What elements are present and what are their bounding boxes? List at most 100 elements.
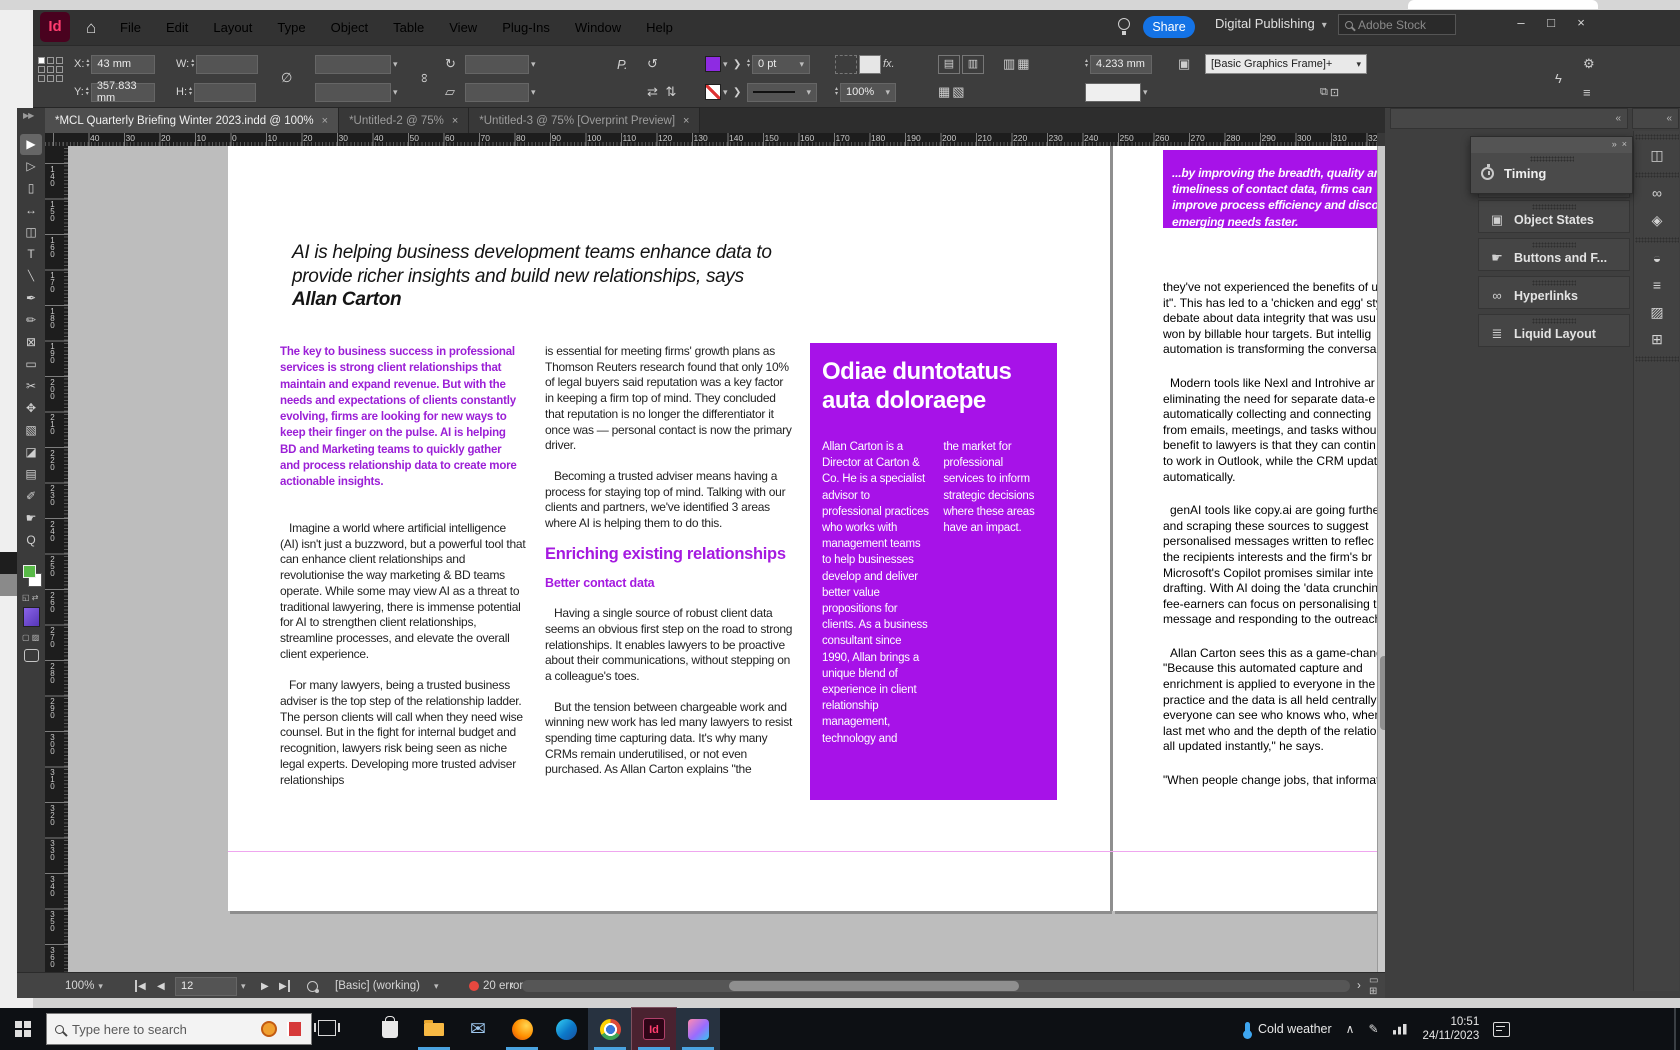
opacity-select[interactable]: 100%▾: [840, 83, 896, 102]
color-icon[interactable]: ◒: [1634, 245, 1680, 272]
menu-help[interactable]: Help: [646, 20, 673, 35]
type-tool[interactable]: T: [20, 244, 42, 265]
w-stepper[interactable]: ▴▾: [191, 59, 194, 69]
apply-none-gradient[interactable]: ▢ ▨: [22, 633, 39, 642]
effects-swatch-icon[interactable]: [859, 55, 881, 74]
gradient-feather-tool[interactable]: ◪: [20, 442, 42, 463]
preflight-profile-select[interactable]: [Basic] (working)▾: [335, 973, 439, 999]
document-tab-2[interactable]: *Untitled-2 @ 75%×: [339, 108, 469, 133]
taskbar-creative-cloud-icon[interactable]: [676, 1008, 720, 1050]
gradient-swatch-tool[interactable]: ▧: [20, 420, 42, 441]
zoom-level-select[interactable]: 100%▾: [65, 973, 103, 999]
icon-dock-collapse-button[interactable]: «: [1632, 108, 1679, 129]
menu-layout[interactable]: Layout: [213, 20, 252, 35]
taskbar-firefox-icon[interactable]: [500, 1008, 544, 1050]
zoom-tool[interactable]: Q: [20, 530, 42, 551]
learn-lightbulb-icon[interactable]: [1118, 18, 1130, 30]
selection-tool[interactable]: ▶: [20, 134, 42, 155]
w-field[interactable]: [196, 55, 258, 74]
corner-options-icon[interactable]: [835, 55, 857, 74]
feature-box[interactable]: Odiae duntotatus auta doloraepe Allan Ca…: [810, 343, 1057, 800]
y-field[interactable]: 357.833 mm: [91, 83, 155, 102]
note-tool[interactable]: ▤: [20, 464, 42, 485]
fill-color-swatch[interactable]: [23, 565, 36, 578]
maximize-button[interactable]: □: [1536, 10, 1566, 36]
pull-quote-frame[interactable]: AI is helping business development teams…: [292, 241, 772, 312]
layers-icon[interactable]: ◈: [1634, 207, 1680, 234]
first-page-button[interactable]: ◀: [135, 980, 146, 992]
text-column-1[interactable]: Imagine a world where artificial intelli…: [280, 521, 526, 788]
gap-tool[interactable]: ↔: [20, 200, 42, 221]
magenta-pullquote-frame[interactable]: ...by improving the breadth, quality ant…: [1163, 150, 1377, 228]
menu-table[interactable]: Table: [393, 20, 424, 35]
fit-view-icons[interactable]: ▭ ⊞: [1369, 973, 1385, 999]
panel-item-hyperlinks[interactable]: ∞Hyperlinks: [1478, 276, 1630, 309]
scale-x-field[interactable]: [315, 55, 391, 74]
rotation-angle-field[interactable]: [465, 55, 529, 74]
weather-label[interactable]: Cold weather: [1258, 1022, 1332, 1036]
text-wrap-icon-1[interactable]: ▤: [938, 55, 960, 74]
rectangle-tool[interactable]: ▭: [20, 354, 42, 375]
scroll-right-button[interactable]: ›: [1357, 973, 1361, 999]
document-tab-3[interactable]: *Untitled-3 @ 75% [Overprint Preview]×: [469, 108, 700, 133]
panel-item-buttons-and-f[interactable]: ☛Buttons and F...: [1478, 238, 1630, 271]
menu-type[interactable]: Type: [277, 20, 305, 35]
workspace-switcher[interactable]: Digital Publishing▾: [1215, 16, 1327, 31]
stroke-weight-stepper[interactable]: ▴▾: [747, 59, 750, 69]
scale-y-field[interactable]: [315, 83, 391, 102]
rotate-icons[interactable]: ↺: [647, 51, 658, 77]
fx-icon[interactable]: fx.: [883, 58, 895, 70]
object-style-select[interactable]: [Basic Graphics Frame]+▾: [1205, 54, 1367, 74]
corner-radius-stepper[interactable]: ▴▾: [1085, 59, 1088, 69]
previous-page-button[interactable]: ◀: [157, 973, 165, 999]
last-page-button[interactable]: ▶: [279, 980, 290, 992]
next-page-button[interactable]: ▶: [261, 973, 269, 999]
clear-overrides-icon[interactable]: ⊡: [1330, 86, 1339, 99]
panel-item-liquid-layout[interactable]: ≣Liquid Layout: [1478, 314, 1630, 347]
scissors-tool[interactable]: ✂: [20, 376, 42, 397]
fill-flyout-icon[interactable]: ❯: [733, 51, 741, 77]
pen-tray-icon[interactable]: ✎: [1368, 1022, 1378, 1036]
stroke-swatch[interactable]: [705, 84, 721, 100]
page-tool[interactable]: ▯: [20, 178, 42, 199]
clock[interactable]: 10:5124/11/2023: [1423, 1015, 1480, 1043]
taskbar-search-input[interactable]: Type here to search: [46, 1013, 312, 1045]
links-icon[interactable]: ∞: [1634, 180, 1680, 207]
document-tab-1[interactable]: *MCL Quarterly Briefing Winter 2023.indd…: [45, 108, 339, 133]
share-button[interactable]: Share: [1143, 16, 1195, 38]
direct-selection-tool[interactable]: ▷: [20, 156, 42, 177]
gear-icon[interactable]: ⚙: [1583, 51, 1595, 77]
taskbar-edge-icon[interactable]: [544, 1008, 588, 1050]
distribute-icon-1[interactable]: ▥: [1003, 56, 1015, 72]
menu-window[interactable]: Window: [575, 20, 621, 35]
stroke-type-select[interactable]: ▾: [747, 83, 817, 102]
rotate-cw-icon[interactable]: ↻: [445, 51, 456, 77]
page-left[interactable]: AI is helping business development teams…: [228, 146, 1110, 911]
preflight-icon[interactable]: [307, 973, 318, 999]
x-stepper[interactable]: ▴▾: [86, 59, 89, 69]
task-view-icon[interactable]: [318, 1020, 336, 1036]
menu-file[interactable]: File: [120, 20, 141, 35]
hand-tool[interactable]: ☛: [20, 508, 42, 529]
horizontal-scrollbar-thumb[interactable]: [729, 981, 1019, 991]
effects-icon-1[interactable]: ▦: [938, 84, 950, 100]
y-stepper[interactable]: ▴▾: [86, 87, 89, 97]
dock-collapse-button[interactable]: «: [1390, 108, 1628, 129]
h-stepper[interactable]: ▴▾: [189, 87, 192, 97]
start-button[interactable]: [0, 1008, 46, 1050]
shear-angle-field[interactable]: [465, 83, 529, 102]
p-icon[interactable]: P.: [617, 51, 628, 77]
menu-plugins[interactable]: Plug-Ins: [502, 20, 550, 35]
notification-center-icon[interactable]: [1493, 1022, 1510, 1037]
flip-icons[interactable]: ⇄ ⇅: [647, 79, 676, 105]
stroke-icon[interactable]: ≡: [1634, 272, 1680, 299]
content-collector-tool[interactable]: ◫: [20, 222, 42, 243]
toolbox-collapse-icon[interactable]: ▶▶: [17, 108, 45, 133]
fill-swatch[interactable]: [705, 56, 721, 72]
close-tab-icon[interactable]: ×: [452, 115, 458, 127]
line-tool[interactable]: ╲: [20, 266, 42, 287]
close-button[interactable]: ×: [1566, 10, 1596, 36]
panel-menu-icon[interactable]: ≡: [1583, 79, 1591, 105]
distribute-icon-2[interactable]: ▦: [1017, 56, 1029, 72]
menu-view[interactable]: View: [449, 20, 477, 35]
